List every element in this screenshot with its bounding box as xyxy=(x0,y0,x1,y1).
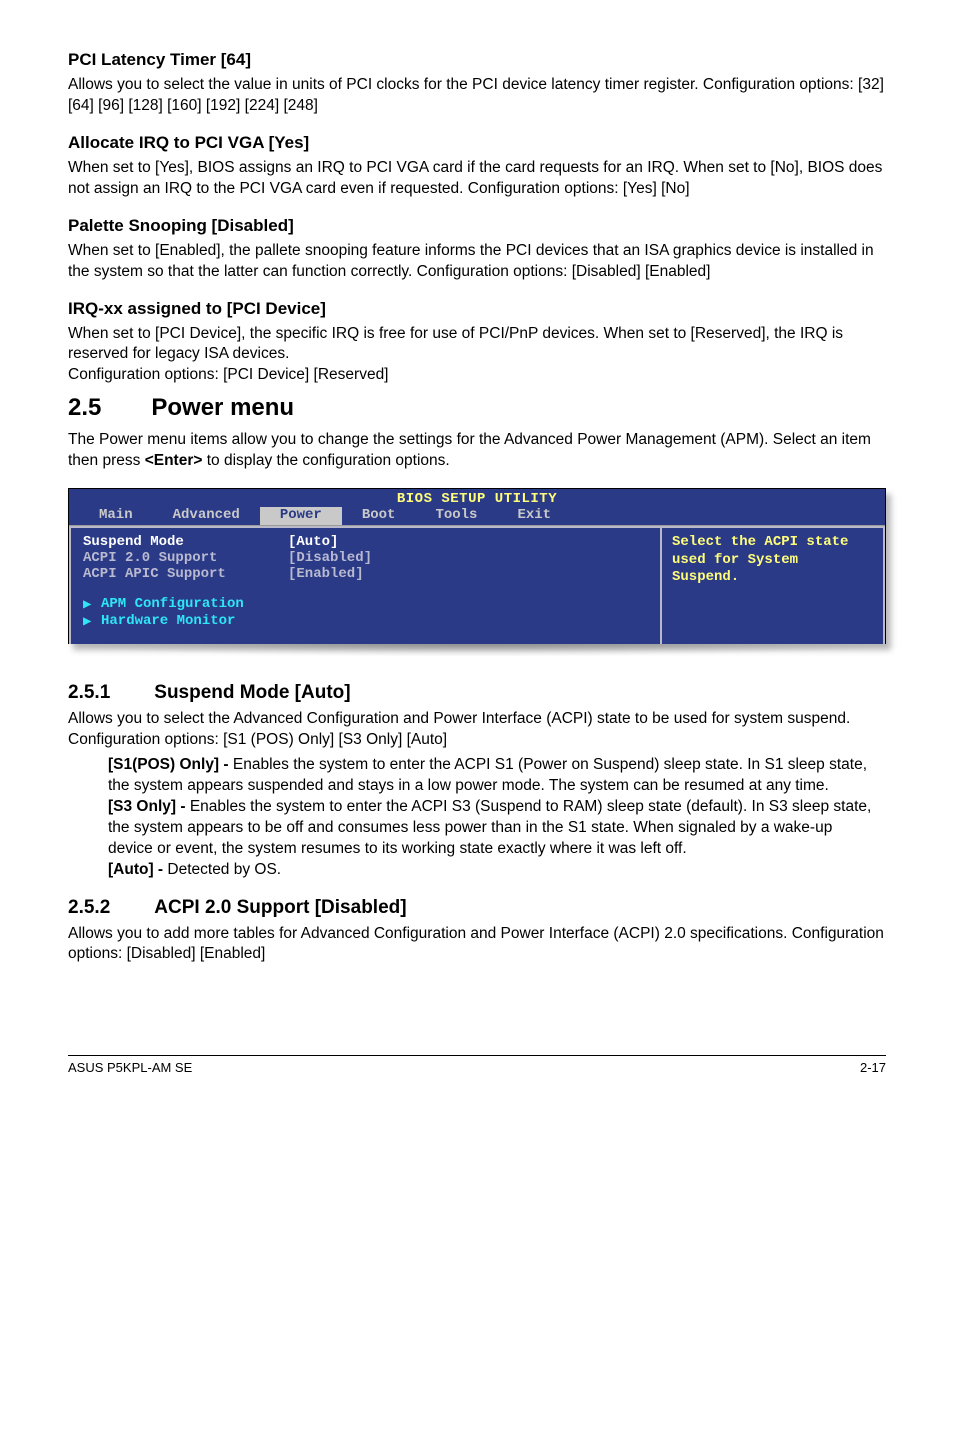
heading-pci-latency: PCI Latency Timer [64] xyxy=(68,50,886,70)
heading-2-5-1: 2.5.1 Suspend Mode [Auto] xyxy=(68,682,886,704)
heading-2-5-1-title: Suspend Mode [Auto] xyxy=(154,682,350,704)
bios-row-acpi20-label: ACPI 2.0 Support xyxy=(83,550,288,566)
footer-page-number: 2-17 xyxy=(860,1060,886,1075)
bios-link-apm[interactable]: ▶ APM Configuration xyxy=(83,596,648,613)
heading-allocate-irq: Allocate IRQ to PCI VGA [Yes] xyxy=(68,133,886,153)
heading-2-5-2: 2.5.2 ACPI 2.0 Support [Disabled] xyxy=(68,897,886,919)
bios-tab-exit[interactable]: Exit xyxy=(497,507,571,525)
bios-row-suspend-label: Suspend Mode xyxy=(83,534,288,550)
para-allocate-irq: When set to [Yes], BIOS assigns an IRQ t… xyxy=(68,158,886,200)
para-irq-xx: When set to [PCI Device], the specific I… xyxy=(68,324,886,387)
bios-left-panel: Suspend Mode [Auto] ACPI 2.0 Support [Di… xyxy=(69,526,660,644)
opt-s3-body: Enables the system to enter the ACPI S3 … xyxy=(108,798,871,857)
bios-title: BIOS SETUP UTILITY xyxy=(69,489,885,507)
triangle-right-icon: ▶ xyxy=(83,613,101,630)
heading-2-5: 2.5 Power menu xyxy=(68,394,886,422)
heading-2-5-num: 2.5 xyxy=(68,394,101,422)
bios-tab-power[interactable]: Power xyxy=(260,507,342,525)
opt-auto-body: Detected by OS. xyxy=(167,861,281,878)
bios-help-panel: Select the ACPI state used for System Su… xyxy=(660,526,885,644)
para-irq-xx-1: When set to [PCI Device], the specific I… xyxy=(68,325,843,363)
triangle-right-icon: ▶ xyxy=(83,596,101,613)
heading-palette-snooping: Palette Snooping [Disabled] xyxy=(68,216,886,236)
bios-tab-boot[interactable]: Boot xyxy=(342,507,416,525)
bios-row-apic-label: ACPI APIC Support xyxy=(83,566,288,582)
bios-tab-main[interactable]: Main xyxy=(79,507,153,525)
heading-2-5-1-num: 2.5.1 xyxy=(68,682,110,704)
para-2-5-b: to display the configuration options. xyxy=(202,452,449,469)
bios-row-suspend[interactable]: Suspend Mode [Auto] xyxy=(83,534,648,550)
para-2-5-key: <Enter> xyxy=(145,452,203,469)
heading-2-5-title: Power menu xyxy=(151,394,294,422)
footer-product: ASUS P5KPL-AM SE xyxy=(68,1060,192,1075)
para-2-5-2: Allows you to add more tables for Advanc… xyxy=(68,924,886,966)
opt-s1-head: [S1(POS) Only] - xyxy=(108,756,233,773)
bios-link-hwmon-label: Hardware Monitor xyxy=(101,613,235,630)
bios-tab-advanced[interactable]: Advanced xyxy=(153,507,260,525)
bios-screenshot: BIOS SETUP UTILITY Main Advanced Power B… xyxy=(68,488,886,656)
heading-irq-xx: IRQ-xx assigned to [PCI Device] xyxy=(68,299,886,319)
heading-2-5-2-title: ACPI 2.0 Support [Disabled] xyxy=(154,897,406,919)
bios-row-apic-value: [Enabled] xyxy=(288,566,364,582)
bios-shadow xyxy=(68,642,886,656)
bios-row-acpi20-value: [Disabled] xyxy=(288,550,372,566)
para-pci-latency: Allows you to select the value in units … xyxy=(68,75,886,117)
heading-2-5-2-num: 2.5.2 xyxy=(68,897,110,919)
bios-tab-tools[interactable]: Tools xyxy=(415,507,497,525)
opt-s3-head: [S3 Only] - xyxy=(108,798,190,815)
para-2-5-1-options: [S1(POS) Only] - Enables the system to e… xyxy=(68,755,886,881)
bios-link-hwmon[interactable]: ▶ Hardware Monitor xyxy=(83,613,648,630)
para-2-5: The Power menu items allow you to change… xyxy=(68,430,886,472)
para-2-5-1: Allows you to select the Advanced Config… xyxy=(68,709,886,751)
para-palette-snooping: When set to [Enabled], the pallete snoop… xyxy=(68,241,886,283)
bios-link-apm-label: APM Configuration xyxy=(101,596,244,613)
page-footer: ASUS P5KPL-AM SE 2-17 xyxy=(68,1056,886,1075)
bios-row-apic[interactable]: ACPI APIC Support [Enabled] xyxy=(83,566,648,582)
para-irq-xx-2: Configuration options: [PCI Device] [Res… xyxy=(68,366,389,383)
bios-row-acpi20[interactable]: ACPI 2.0 Support [Disabled] xyxy=(83,550,648,566)
opt-auto-head: [Auto] - xyxy=(108,861,167,878)
bios-tabs: Main Advanced Power Boot Tools Exit xyxy=(69,507,885,525)
bios-row-suspend-value: [Auto] xyxy=(288,534,338,550)
